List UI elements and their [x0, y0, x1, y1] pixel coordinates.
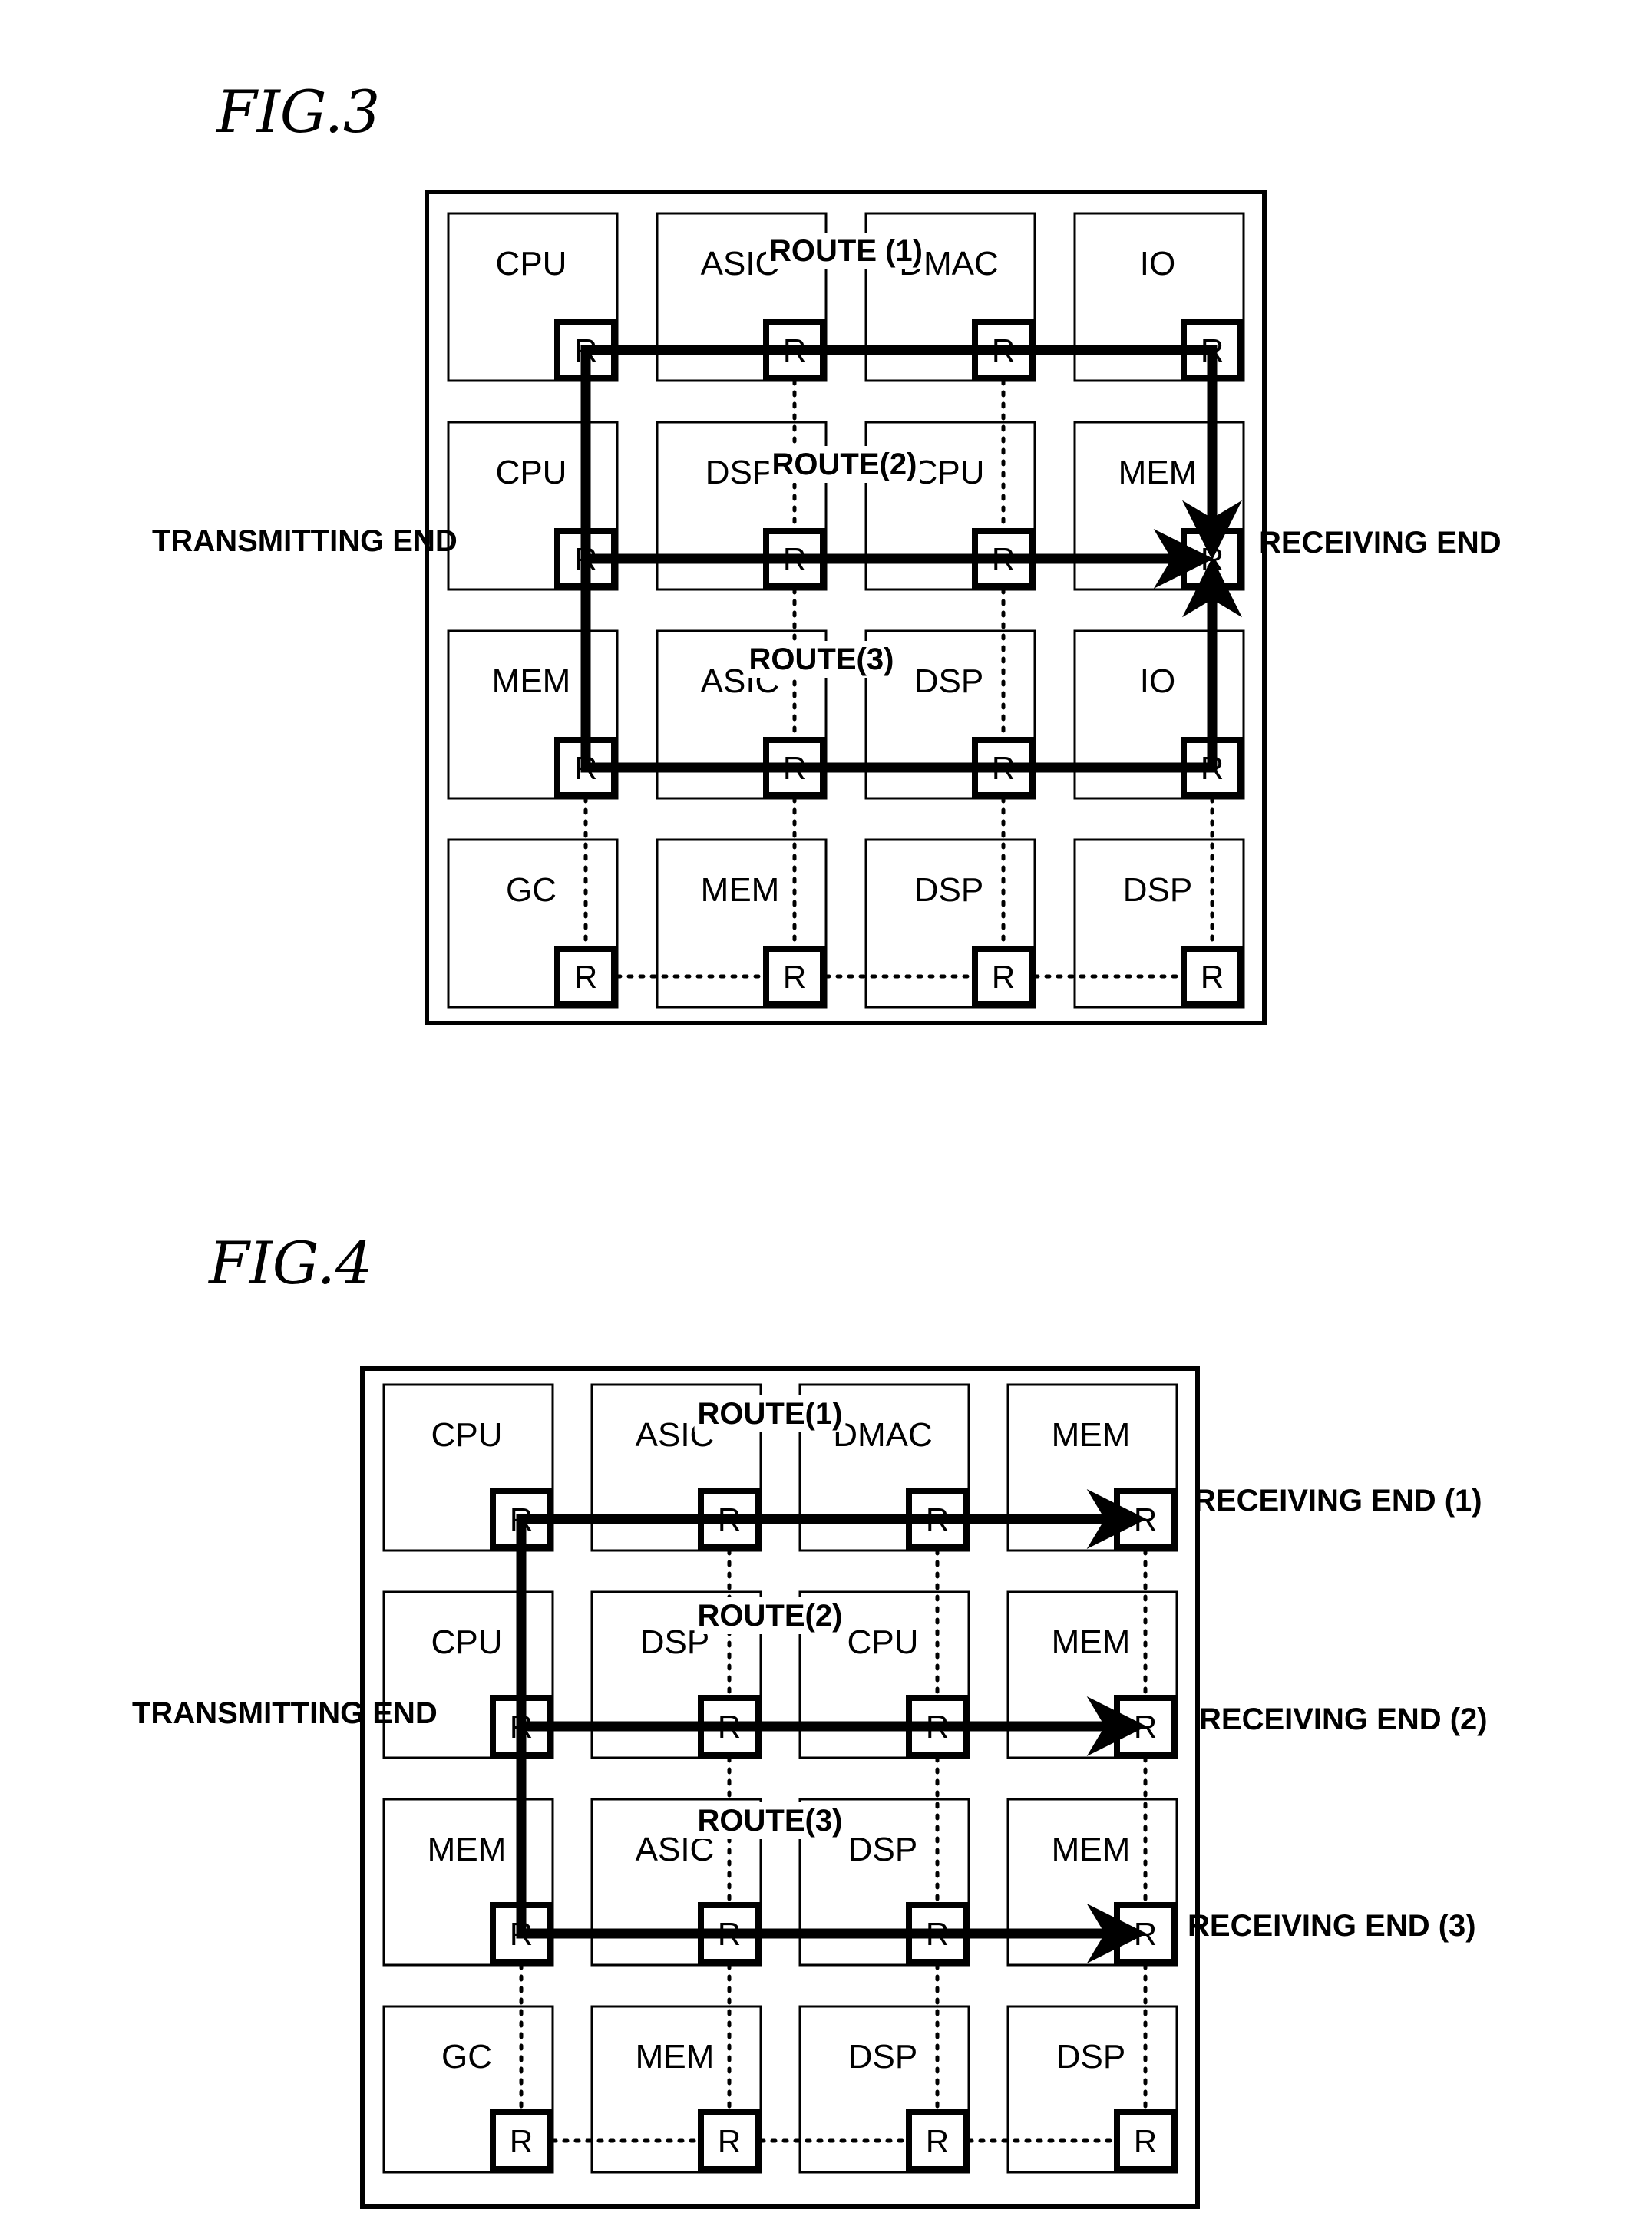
- router-label: R: [926, 2123, 949, 2159]
- tile-label: DSP: [1056, 2038, 1125, 2076]
- tile-label: DSP: [1123, 871, 1192, 909]
- tile-label: GC: [506, 871, 557, 909]
- tile-label: DSP: [914, 662, 983, 700]
- route-3-label: ROUTE(3): [698, 1804, 843, 1838]
- tile-label: DSP: [705, 454, 775, 491]
- route-1-label: ROUTE(1): [698, 1397, 843, 1431]
- tile-label: IO: [1140, 245, 1175, 282]
- router-node: R: [763, 946, 826, 1007]
- tile-label: CPU: [847, 1623, 919, 1661]
- router-label: R: [718, 2123, 741, 2159]
- tile-label: MEM: [428, 1831, 507, 1868]
- tile-label: CPU: [431, 1416, 503, 1454]
- router-node: R: [906, 2109, 969, 2172]
- transmitting-end-label: TRANSMITTING END: [152, 524, 458, 558]
- figure-4: FIG.4 CPU ASIC DMAC MEMCPU DSP CPU MEMMEM ASIC D…: [132, 1229, 1488, 2209]
- router-node: R: [490, 2109, 553, 2172]
- tile-label: DSP: [848, 2038, 917, 2076]
- receiving-end-1-label: RECEIVING END (1): [1194, 1484, 1482, 1518]
- tile-label: MEM: [1052, 1831, 1131, 1868]
- router-node: R: [554, 946, 617, 1007]
- router-node: R: [1181, 946, 1244, 1007]
- receiving-end-3-label: RECEIVING END (3): [1188, 1909, 1476, 1943]
- tile-label: CPU: [914, 454, 985, 491]
- tile-label: DSP: [848, 1831, 917, 1868]
- route-2-label: ROUTE(2): [772, 447, 917, 481]
- tile-label: CPU: [496, 245, 567, 282]
- figure-4-title: FIG.4: [207, 1229, 372, 1297]
- tile-label: CPU: [496, 454, 567, 491]
- router-node: R: [698, 2109, 761, 2172]
- patent-drawing-sheet: FIG.3 CPU ASIC DMAC IOCPU DSP CPU MEMMEM ASIC DS…: [132, 78, 1502, 2209]
- route-1-label: ROUTE (1): [769, 234, 923, 268]
- tile-label: IO: [1140, 662, 1175, 700]
- tile-label: MEM: [1052, 1416, 1131, 1454]
- router-label: R: [1134, 2123, 1157, 2159]
- router-node: R: [1114, 2109, 1177, 2172]
- route-2-label: ROUTE(2): [698, 1599, 843, 1633]
- tile-label: DSP: [914, 871, 983, 909]
- receiving-end-2-label: RECEIVING END (2): [1199, 1702, 1488, 1736]
- tile-label: MEM: [1052, 1623, 1131, 1661]
- router-label: R: [783, 959, 806, 995]
- figure-3: FIG.3 CPU ASIC DMAC IOCPU DSP CPU MEMMEM ASIC DS…: [152, 78, 1502, 1025]
- route-3-label: ROUTE(3): [749, 642, 894, 676]
- transmitting-end-label: TRANSMITTING END: [132, 1696, 438, 1730]
- tile-label: MEM: [636, 2038, 715, 2076]
- tile-label: CPU: [431, 1623, 503, 1661]
- tile-label: MEM: [1118, 454, 1198, 491]
- router-label: R: [992, 959, 1015, 995]
- router-label: R: [574, 959, 597, 995]
- router-label: R: [510, 2123, 533, 2159]
- router-label: R: [1201, 959, 1224, 995]
- receiving-end-label: RECEIVING END: [1259, 526, 1502, 560]
- tile-label: GC: [441, 2038, 492, 2076]
- tile-label: MEM: [701, 871, 780, 909]
- tile-label: MEM: [492, 662, 571, 700]
- figure-3-title: FIG.3: [215, 78, 380, 146]
- router-node: R: [972, 946, 1035, 1007]
- tile-label: DMAC: [833, 1416, 933, 1454]
